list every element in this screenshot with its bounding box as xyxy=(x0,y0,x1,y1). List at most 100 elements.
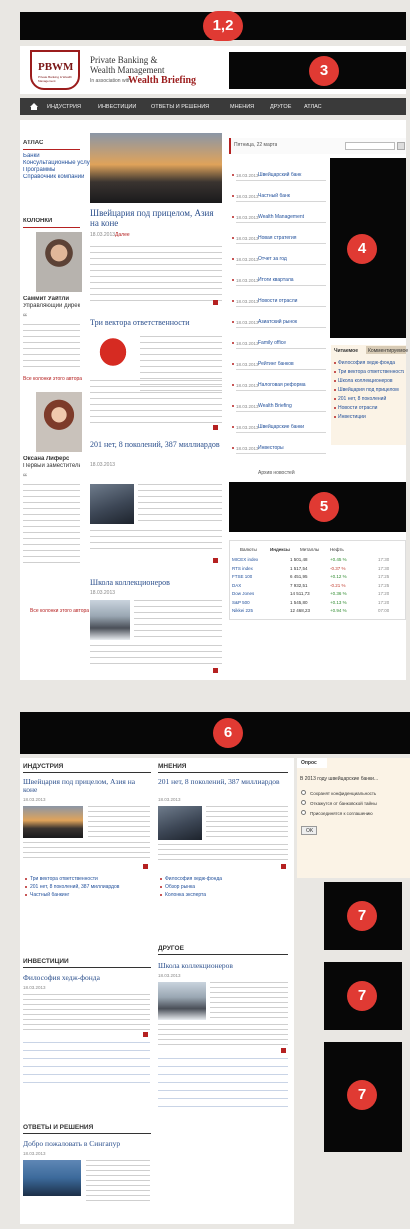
market-tab[interactable]: Нефть xyxy=(330,546,344,553)
popular-item-link[interactable]: Школа коллекционеров xyxy=(338,378,404,385)
opinions-comments-icon[interactable] xyxy=(281,864,286,869)
columnist-1-more-link[interactable]: Все колонки этого автора xyxy=(23,376,82,383)
atlas-link-directory[interactable]: Справочник компаний xyxy=(23,174,84,181)
nav-other[interactable]: ДРУГОЕ xyxy=(270,104,291,111)
news-item-link[interactable]: Азиатский рынок xyxy=(258,319,326,326)
article-2-comments-icon[interactable] xyxy=(213,425,218,430)
popular-item-link[interactable]: Новости отрасли xyxy=(338,405,404,412)
nav-industry[interactable]: ИНДУСТРИЯ xyxy=(47,104,81,111)
industry-related-link[interactable]: Частный банкинг xyxy=(30,892,148,899)
article-2-image[interactable] xyxy=(90,336,136,376)
poll-radio[interactable] xyxy=(301,810,306,815)
poll-vote-button[interactable]: OK xyxy=(301,826,317,835)
nav-answers[interactable]: ОТВЕТЫ И РЕШЕНИЯ xyxy=(151,104,209,111)
opinions-related-link[interactable]: Обзор рынка xyxy=(165,884,285,891)
article-4-title[interactable]: Школа коллекционеров xyxy=(90,578,170,587)
site-search-input[interactable] xyxy=(345,142,395,150)
pbwm-logo[interactable]: PBWM Private Banking & Wealth Management xyxy=(30,50,80,90)
industry-related-link[interactable]: Три вектора ответственности xyxy=(30,876,148,883)
other-article-title[interactable]: Школа коллекционеров xyxy=(158,962,233,970)
columnist-1-name[interactable]: Саммит Уайтли xyxy=(23,296,69,303)
popular-item-link[interactable]: Швейцария под прицелом xyxy=(338,387,404,394)
popular-item-link[interactable]: Философия хедж-фонда xyxy=(338,360,404,367)
columnist-2-name[interactable]: Оксана Лиферс xyxy=(23,456,69,463)
industry-article-title[interactable]: Швейцария под прицелом, Азия на коне xyxy=(23,778,148,794)
tab-most-commented[interactable]: Комментируемое xyxy=(368,348,408,355)
answers-article-image[interactable] xyxy=(23,1160,81,1196)
news-item-link[interactable]: Итоги квартала xyxy=(258,277,326,284)
popular-item-link[interactable]: Инвестиции xyxy=(338,414,404,421)
answers-heading[interactable]: ОТВЕТЫ И РЕШЕНИЯ xyxy=(23,1124,93,1131)
investments-comments-icon[interactable] xyxy=(143,1032,148,1037)
atlas-link-programs[interactable]: Программы xyxy=(23,167,55,174)
news-item-link[interactable]: Частный банк xyxy=(258,193,326,200)
article-4-image[interactable] xyxy=(90,600,130,640)
news-item-link[interactable]: Инвесторы xyxy=(258,445,326,452)
news-item-link[interactable]: Швейцарский банк xyxy=(258,172,326,179)
poll-radio[interactable] xyxy=(301,800,306,805)
market-row-change: +0.94 % xyxy=(330,608,347,613)
news-archive-link[interactable]: Архив новостей xyxy=(258,470,295,477)
news-item-link[interactable]: Family office xyxy=(258,340,326,347)
news-item-link[interactable]: Отчет за год xyxy=(258,256,326,263)
news-item-link[interactable]: Рейтинг банков xyxy=(258,361,326,368)
news-item-subline xyxy=(236,411,326,412)
market-row-name[interactable]: Nikkei 225 xyxy=(232,607,253,614)
nav-atlas[interactable]: АТЛАС xyxy=(304,104,322,111)
columnist-2-more-link[interactable]: Все колонки этого автора xyxy=(30,608,89,615)
other-heading[interactable]: ДРУГОЕ xyxy=(158,945,184,952)
article-4-comments-icon[interactable] xyxy=(213,668,218,673)
industry-comments-icon[interactable] xyxy=(143,864,148,869)
market-row-name[interactable]: S&P 500 xyxy=(232,599,250,606)
atlas-link-banks[interactable]: Банки xyxy=(23,153,40,160)
investments-article-title[interactable]: Философия хедж-фонда xyxy=(23,974,100,982)
industry-related-link[interactable]: 201 нет, 8 поколений, 387 миллиардов xyxy=(30,884,148,891)
market-tab[interactable]: Металлы xyxy=(300,546,319,553)
tab-most-read[interactable]: Читаемое xyxy=(334,348,358,355)
opinions-article-title[interactable]: 201 нет, 8 поколений, 387 миллиардов xyxy=(158,778,286,786)
news-item-link[interactable]: Налоговая реформа xyxy=(258,382,326,389)
lead-article-more[interactable]: Далее xyxy=(115,232,130,239)
nav-investments[interactable]: ИНВЕСТИЦИИ xyxy=(98,104,136,111)
news-item-link[interactable]: Wealth Briefing xyxy=(258,403,326,410)
answers-article-title[interactable]: Добро пожаловать в Сингапур xyxy=(23,1140,120,1148)
columnist-photo-1[interactable] xyxy=(36,232,82,292)
market-row-name[interactable]: DAX xyxy=(232,582,241,589)
opinions-heading[interactable]: МНЕНИЯ xyxy=(158,763,186,770)
article-2-title[interactable]: Три вектора ответственности xyxy=(90,318,190,327)
industry-article-image[interactable] xyxy=(23,806,83,838)
industry-heading[interactable]: ИНДУСТРИЯ xyxy=(23,763,63,770)
news-item-link[interactable]: Новости отрасли xyxy=(258,298,326,305)
popular-item-link[interactable]: Три вектора ответственности xyxy=(338,369,404,376)
opinions-related-link[interactable]: Колонка эксперта xyxy=(165,892,285,899)
news-item-link[interactable]: Швейцарские банки xyxy=(258,424,326,431)
article-3-title[interactable]: 201 нет, 8 поколений, 387 миллиардов xyxy=(90,440,222,449)
market-row-name[interactable]: RTS index xyxy=(232,565,253,572)
other-article-image[interactable] xyxy=(158,982,206,1020)
article-3-image[interactable] xyxy=(90,484,134,524)
market-row-name[interactable]: FTSE 100 xyxy=(232,573,252,580)
columnist-photo-2[interactable] xyxy=(36,392,82,452)
article-3-comments-icon[interactable] xyxy=(213,558,218,563)
poll-radio[interactable] xyxy=(301,790,306,795)
lead-article-title[interactable]: Швейцария под прицелом, Азия на коне xyxy=(90,208,222,228)
market-tab[interactable]: Валюты xyxy=(240,546,257,553)
news-item-link[interactable]: Wealth Management xyxy=(258,214,326,221)
other-comments-icon[interactable] xyxy=(281,1048,286,1053)
atlas-link-consulting[interactable]: Консультационные услуги xyxy=(23,160,95,167)
popular-item-link[interactable]: 201 нет, 8 поколений xyxy=(338,396,404,403)
brand-partner[interactable]: Wealth Briefing xyxy=(128,75,196,86)
search-icon[interactable] xyxy=(397,142,405,150)
opinions-article-image[interactable] xyxy=(158,806,202,840)
answers-article-text xyxy=(86,1160,150,1204)
market-row-name[interactable]: Dow Jones xyxy=(232,590,254,597)
poll-tab[interactable]: Опрос xyxy=(301,760,317,767)
lead-comments-icon[interactable] xyxy=(213,300,218,305)
market-tab[interactable]: Индексы xyxy=(270,546,290,553)
nav-opinions[interactable]: МНЕНИЯ xyxy=(230,104,254,111)
investments-heading[interactable]: ИНВЕСТИЦИИ xyxy=(23,958,69,965)
opinions-related-link[interactable]: Философия хедж-фонда xyxy=(165,876,285,883)
market-row-name[interactable]: MICEX index xyxy=(232,556,258,563)
lead-article-image[interactable] xyxy=(90,133,222,203)
news-item-link[interactable]: Новая стратегия xyxy=(258,235,326,242)
